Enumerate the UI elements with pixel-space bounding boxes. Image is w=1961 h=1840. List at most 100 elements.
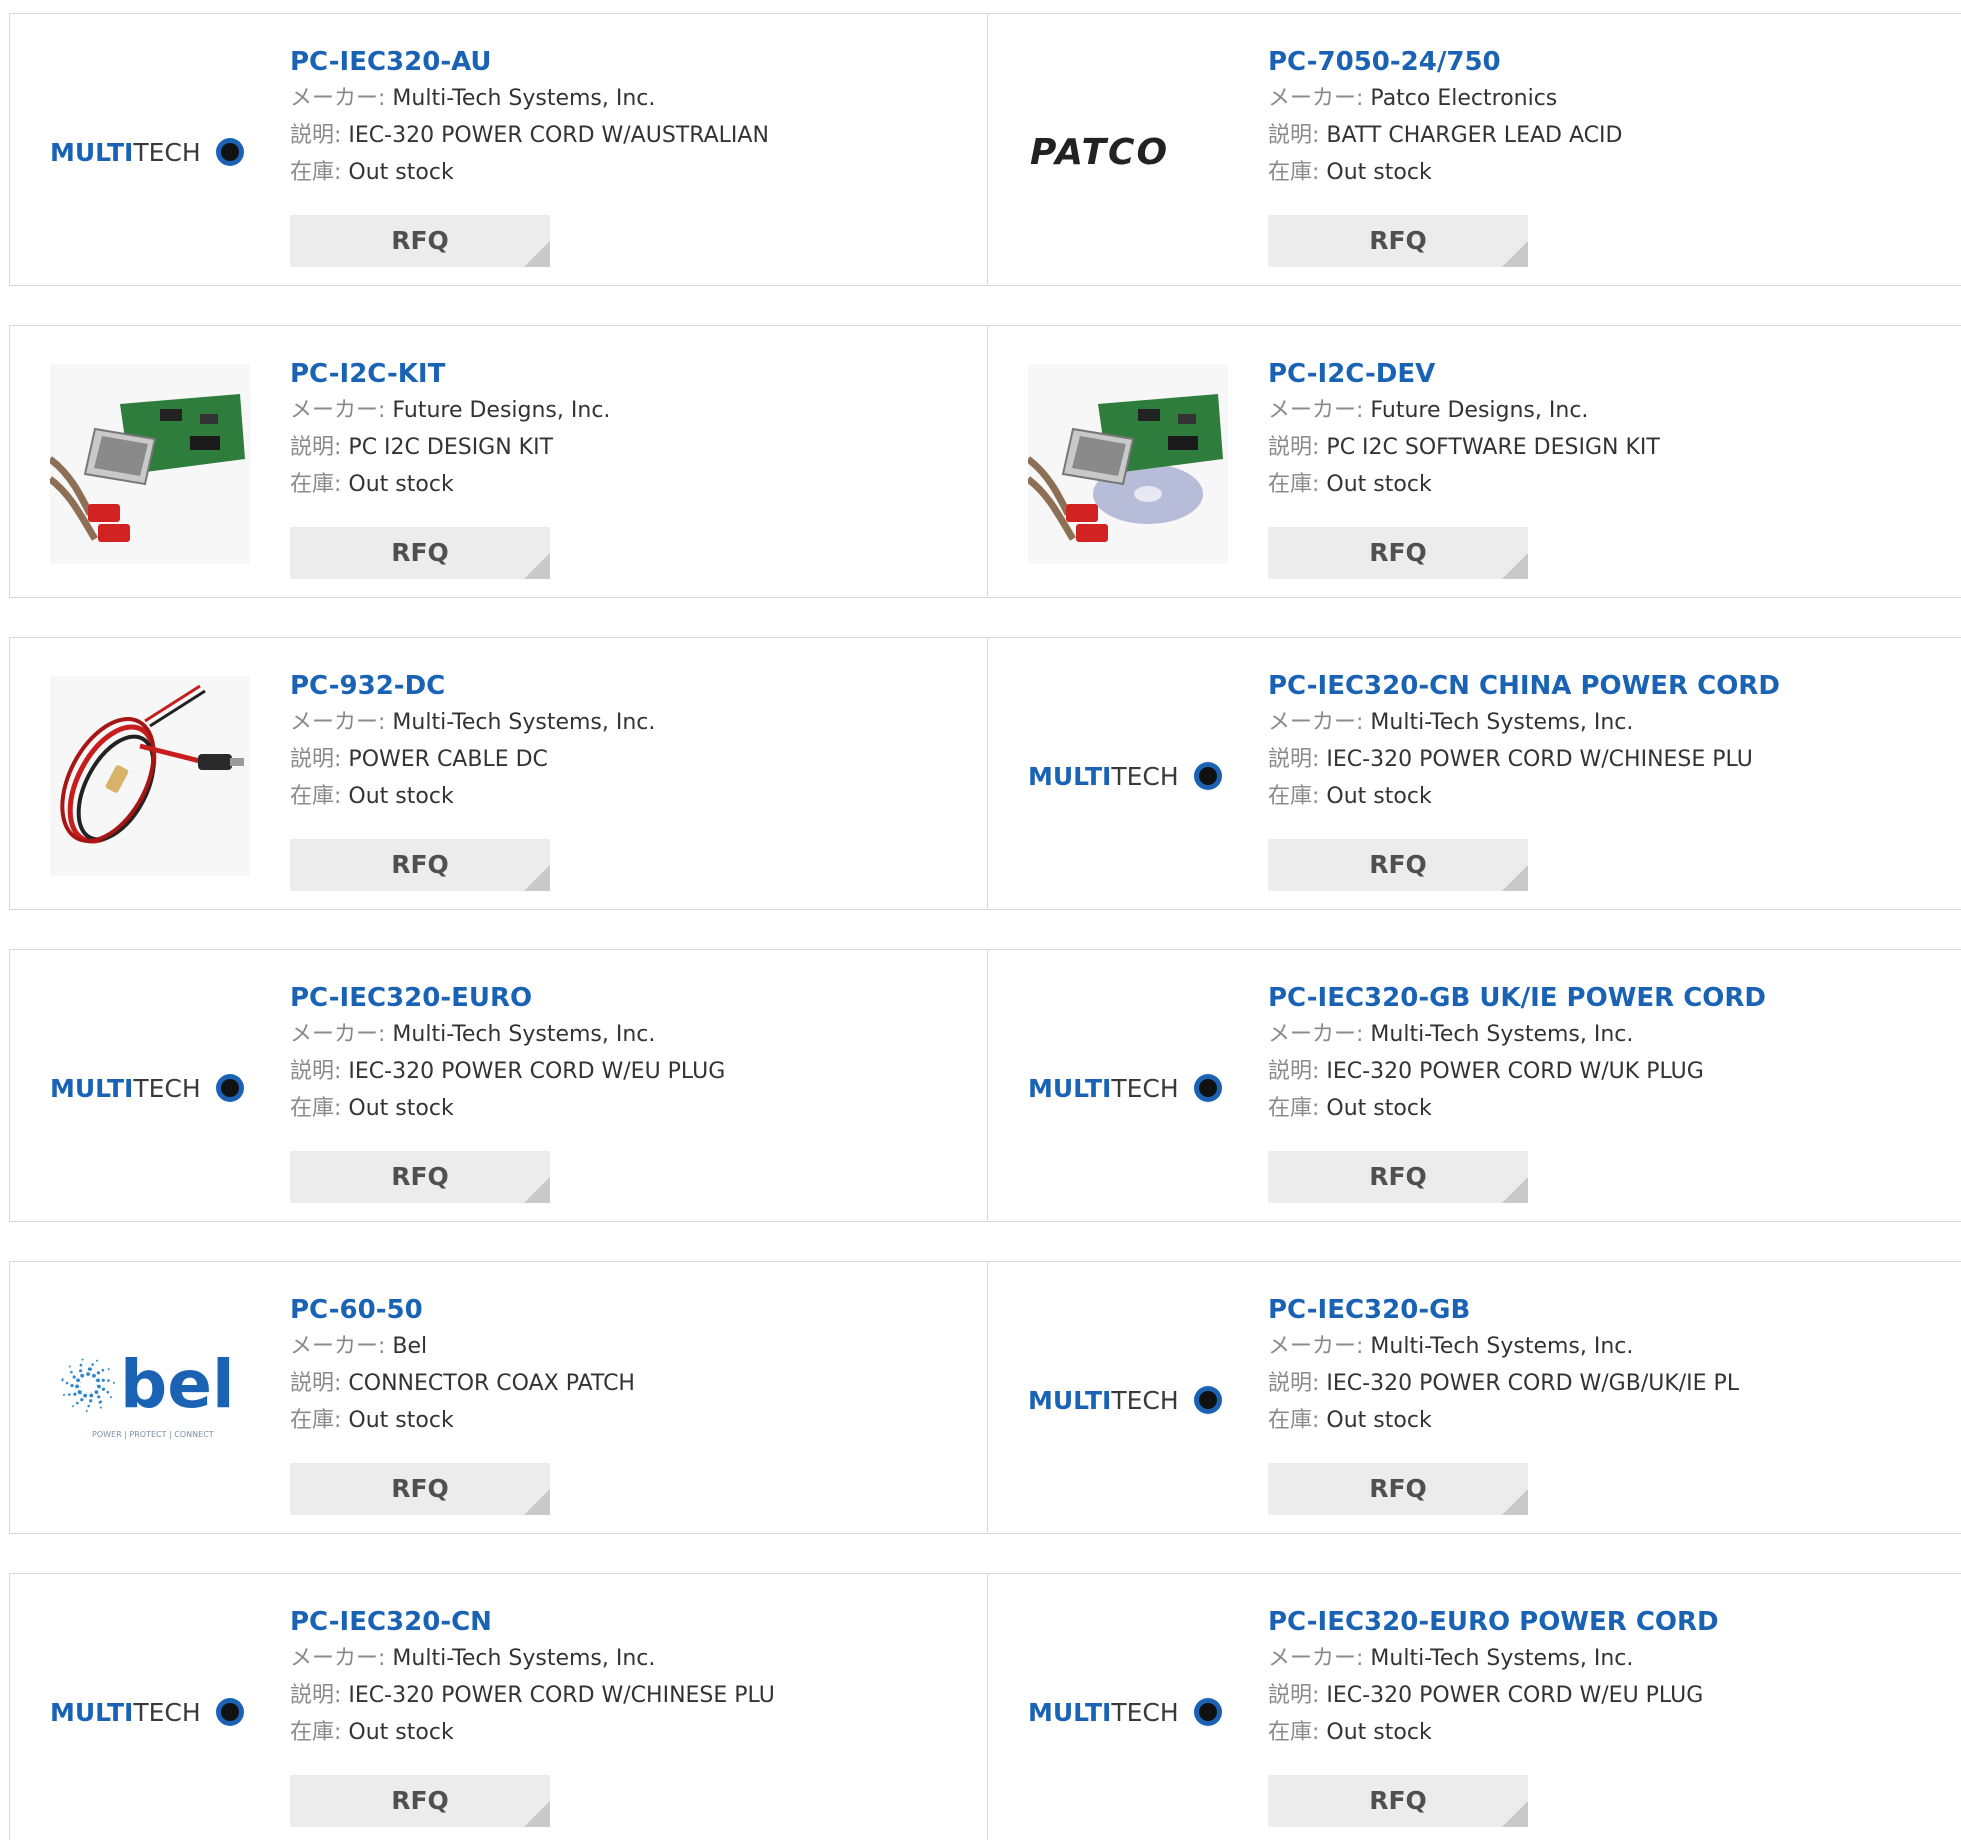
description-label: 説明: bbox=[1268, 747, 1320, 772]
corner-triangle-icon bbox=[524, 553, 550, 579]
stock-value: Out stock bbox=[1326, 1720, 1432, 1745]
maker-value: Multi-Tech Systems, Inc. bbox=[1370, 1022, 1634, 1047]
multitech-logo[interactable]: MULTITECH bbox=[50, 1612, 250, 1812]
part-number-link[interactable]: PC-IEC320-GB UK/IE POWER CORD bbox=[1268, 980, 1952, 1016]
product-card: MULTITECH PC-IEC320-EURO メーカー: Multi-Tec… bbox=[10, 950, 988, 1221]
svg-text:MULTITECH: MULTITECH bbox=[50, 1074, 201, 1103]
svg-text:MULTITECH: MULTITECH bbox=[50, 1698, 201, 1727]
corner-triangle-icon bbox=[1502, 865, 1528, 891]
part-number-link[interactable]: PC-IEC320-EURO bbox=[290, 980, 977, 1016]
multitech-logo[interactable]: MULTITECH bbox=[1028, 676, 1228, 876]
description-label: 説明: bbox=[290, 435, 342, 460]
description-line: 説明: IEC-320 POWER CORD W/AUSTRALIAN bbox=[290, 117, 977, 154]
rfq-button[interactable]: RFQ bbox=[290, 1463, 550, 1515]
svg-text:bel: bel bbox=[120, 1346, 235, 1423]
part-number-link[interactable]: PC-IEC320-EURO POWER CORD bbox=[1268, 1604, 1952, 1640]
description-label: 説明: bbox=[290, 747, 342, 772]
rfq-button[interactable]: RFQ bbox=[1268, 1151, 1528, 1203]
multitech-logo-icon: MULTITECH bbox=[50, 1698, 244, 1727]
stock-line: 在庫: Out stock bbox=[1268, 1402, 1952, 1439]
stock-label: 在庫: bbox=[1268, 1720, 1320, 1745]
patco-logo-icon: PATCO bbox=[1030, 132, 1167, 172]
product-info: PC-7050-24/750 メーカー: Patco Electronics 説… bbox=[1268, 44, 1952, 191]
dc-cable-photo-icon bbox=[50, 676, 250, 876]
description-value: IEC-320 POWER CORD W/CHINESE PLU bbox=[348, 1683, 775, 1708]
maker-line: メーカー: Future Designs, Inc. bbox=[290, 392, 977, 429]
multitech-logo[interactable]: MULTITECH bbox=[50, 988, 250, 1188]
part-number-link[interactable]: PC-IEC320-GB bbox=[1268, 1292, 1952, 1328]
maker-line: メーカー: Bel bbox=[290, 1328, 977, 1365]
part-number-link[interactable]: PC-I2C-DEV bbox=[1268, 356, 1952, 392]
rfq-button[interactable]: RFQ bbox=[1268, 1775, 1528, 1827]
stock-line: 在庫: Out stock bbox=[290, 778, 977, 815]
description-line: 説明: IEC-320 POWER CORD W/GB/UK/IE PL bbox=[1268, 1365, 1952, 1402]
corner-triangle-icon bbox=[1502, 241, 1528, 267]
stock-value: Out stock bbox=[1326, 784, 1432, 809]
product-info: PC-IEC320-AU メーカー: Multi-Tech Systems, I… bbox=[290, 44, 977, 191]
patco-logo[interactable]: PATCO bbox=[1028, 52, 1228, 252]
multitech-logo-icon: MULTITECH bbox=[1028, 1698, 1222, 1727]
stock-label: 在庫: bbox=[1268, 784, 1320, 809]
maker-line: メーカー: Multi-Tech Systems, Inc. bbox=[290, 1016, 977, 1053]
product-card: MULTITECH PC-IEC320-EURO POWER CORD メーカー… bbox=[988, 1574, 1961, 1840]
multitech-logo[interactable]: MULTITECH bbox=[1028, 988, 1228, 1188]
multitech-logo[interactable]: MULTITECH bbox=[50, 52, 250, 252]
rfq-button[interactable]: RFQ bbox=[290, 527, 550, 579]
rfq-button-label: RFQ bbox=[391, 1162, 449, 1191]
multitech-logo[interactable]: MULTITECH bbox=[1028, 1300, 1228, 1500]
description-label: 説明: bbox=[290, 1683, 342, 1708]
i2c-board-cd-photo[interactable] bbox=[1028, 364, 1228, 564]
rfq-button[interactable]: RFQ bbox=[1268, 527, 1528, 579]
rfq-button[interactable]: RFQ bbox=[1268, 1463, 1528, 1515]
part-number-link[interactable]: PC-7050-24/750 bbox=[1268, 44, 1952, 80]
maker-label: メーカー: bbox=[290, 1022, 386, 1047]
part-number-link[interactable]: PC-932-DC bbox=[290, 668, 977, 704]
stock-value: Out stock bbox=[348, 472, 454, 497]
part-number-link[interactable]: PC-IEC320-AU bbox=[290, 44, 977, 80]
product-card: MULTITECH PC-IEC320-CN CHINA POWER CORD … bbox=[988, 638, 1961, 909]
multitech-logo-icon: MULTITECH bbox=[1028, 1074, 1222, 1103]
rfq-button[interactable]: RFQ bbox=[1268, 215, 1528, 267]
product-card: MULTITECH PC-IEC320-CN メーカー: Multi-Tech … bbox=[10, 1574, 988, 1840]
maker-value: Multi-Tech Systems, Inc. bbox=[392, 86, 656, 111]
rfq-button-label: RFQ bbox=[391, 850, 449, 879]
description-value: IEC-320 POWER CORD W/EU PLUG bbox=[348, 1059, 726, 1084]
product-row: MULTITECH PC-IEC320-CN メーカー: Multi-Tech … bbox=[9, 1573, 1961, 1840]
corner-triangle-icon bbox=[524, 865, 550, 891]
description-line: 説明: PC I2C DESIGN KIT bbox=[290, 429, 977, 466]
part-number-link[interactable]: PC-I2C-KIT bbox=[290, 356, 977, 392]
stock-value: Out stock bbox=[348, 1720, 454, 1745]
rfq-button-label: RFQ bbox=[1369, 1162, 1427, 1191]
dc-cable-photo[interactable] bbox=[50, 676, 250, 876]
rfq-button[interactable]: RFQ bbox=[290, 839, 550, 891]
stock-value: Out stock bbox=[1326, 160, 1432, 185]
multitech-logo[interactable]: MULTITECH bbox=[1028, 1612, 1228, 1812]
stock-value: Out stock bbox=[348, 1096, 454, 1121]
rfq-button[interactable]: RFQ bbox=[290, 1151, 550, 1203]
description-line: 説明: IEC-320 POWER CORD W/CHINESE PLU bbox=[290, 1677, 977, 1714]
rfq-button[interactable]: RFQ bbox=[1268, 839, 1528, 891]
maker-line: メーカー: Multi-Tech Systems, Inc. bbox=[1268, 1016, 1952, 1053]
product-card: PC-I2C-DEV メーカー: Future Designs, Inc. 説明… bbox=[988, 326, 1961, 597]
description-line: 説明: CONNECTOR COAX PATCH bbox=[290, 1365, 977, 1402]
rfq-button[interactable]: RFQ bbox=[290, 1775, 550, 1827]
part-number-link[interactable]: PC-IEC320-CN bbox=[290, 1604, 977, 1640]
part-number-link[interactable]: PC-60-50 bbox=[290, 1292, 977, 1328]
bel-logo[interactable]: bel POWER | PROTECT | CONNECT bbox=[50, 1300, 250, 1500]
maker-value: Future Designs, Inc. bbox=[1370, 398, 1589, 423]
stock-label: 在庫: bbox=[290, 784, 342, 809]
maker-value: Multi-Tech Systems, Inc. bbox=[1370, 710, 1634, 735]
stock-line: 在庫: Out stock bbox=[290, 154, 977, 191]
rfq-button[interactable]: RFQ bbox=[290, 215, 550, 267]
part-number-link[interactable]: PC-IEC320-CN CHINA POWER CORD bbox=[1268, 668, 1952, 704]
corner-triangle-icon bbox=[1502, 1489, 1528, 1515]
stock-label: 在庫: bbox=[290, 1096, 342, 1121]
corner-triangle-icon bbox=[1502, 1801, 1528, 1827]
maker-label: メーカー: bbox=[1268, 710, 1364, 735]
maker-value: Multi-Tech Systems, Inc. bbox=[392, 710, 656, 735]
maker-line: メーカー: Multi-Tech Systems, Inc. bbox=[1268, 704, 1952, 741]
maker-value: Multi-Tech Systems, Inc. bbox=[1370, 1646, 1634, 1671]
multitech-logo-icon: MULTITECH bbox=[1028, 762, 1222, 791]
bel-logo-icon: bel POWER | PROTECT | CONNECT bbox=[61, 1346, 235, 1439]
i2c-board-photo[interactable] bbox=[50, 364, 250, 564]
